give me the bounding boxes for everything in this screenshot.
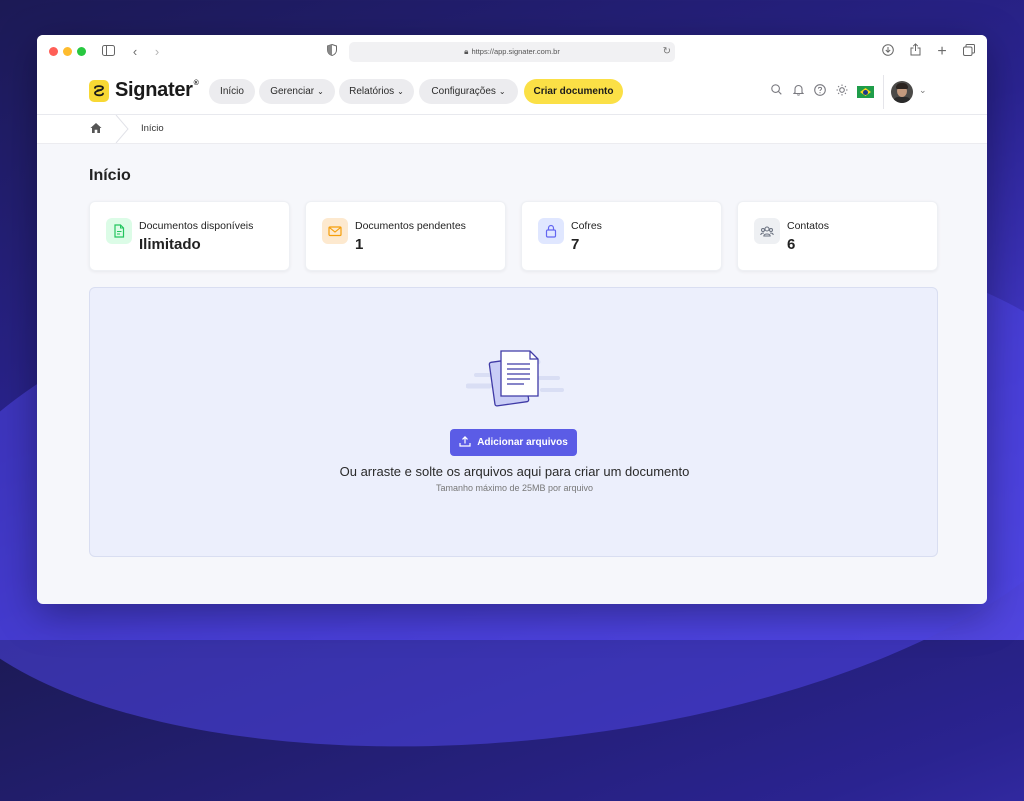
documents-illustration-icon bbox=[466, 350, 564, 407]
chevron-down-icon: ⌄ bbox=[498, 87, 506, 96]
search-icon[interactable] bbox=[769, 84, 783, 98]
page-title: Início bbox=[89, 167, 131, 184]
stat-label: Contatos bbox=[787, 220, 830, 232]
home-icon[interactable] bbox=[90, 121, 102, 139]
close-window-button[interactable] bbox=[49, 47, 58, 56]
brazil-flag-icon[interactable] bbox=[857, 86, 874, 98]
stat-label: Cofres bbox=[571, 220, 602, 232]
registered-mark: ® bbox=[193, 80, 199, 88]
stat-card-documentos-pendentes[interactable]: Documentos pendentes 1 bbox=[305, 201, 506, 271]
chevron-down-icon[interactable]: ⌄ bbox=[919, 85, 927, 96]
chevron-down-icon: ⌄ bbox=[317, 87, 324, 96]
signater-logo-icon[interactable] bbox=[89, 80, 109, 102]
forward-icon[interactable]: › bbox=[148, 43, 166, 61]
new-tab-icon[interactable]: + bbox=[933, 43, 951, 61]
tabs-overview-icon[interactable] bbox=[960, 43, 978, 61]
download-icon[interactable] bbox=[879, 43, 897, 61]
nav-relatorios[interactable]: Relatórios ⌄ bbox=[339, 79, 414, 104]
app-header: Signater® Início Gerenciar ⌄ Relatórios ⌄ … bbox=[37, 69, 987, 115]
mail-icon bbox=[322, 218, 348, 244]
breadcrumb-separator bbox=[115, 115, 129, 143]
shield-icon[interactable] bbox=[323, 43, 341, 61]
dropzone-size-limit: Tamanho máximo de 25MB por arquivo bbox=[435, 483, 594, 493]
stat-label: Documentos disponíveis bbox=[139, 220, 254, 232]
stat-card-contatos[interactable]: Contatos 6 bbox=[737, 201, 938, 271]
nav-configuracoes-label: Configurações bbox=[431, 86, 496, 97]
header-divider bbox=[883, 75, 884, 109]
help-icon[interactable] bbox=[813, 84, 827, 98]
stat-label: Documentos pendentes bbox=[355, 220, 466, 232]
browser-window: ‹ › 🔒︎ https://app.signater.com.br ↻ + Si… bbox=[37, 35, 987, 604]
stat-value: 1 bbox=[355, 236, 364, 253]
add-files-label: Adicionar arquivos bbox=[477, 437, 568, 448]
nav-inicio-label: Início bbox=[220, 86, 244, 97]
stat-value: 6 bbox=[787, 236, 796, 253]
sidebar-toggle-icon[interactable] bbox=[99, 43, 117, 61]
address-bar[interactable]: 🔒︎ https://app.signater.com.br ↻ bbox=[349, 42, 675, 62]
dropzone-hint: Ou arraste e solte os arquivos aqui para… bbox=[339, 464, 690, 479]
upload-icon bbox=[459, 435, 471, 447]
breadcrumb-current: Início bbox=[141, 123, 164, 134]
users-icon bbox=[754, 218, 780, 244]
breadcrumb: Início bbox=[37, 115, 987, 144]
stat-card-documentos-disponiveis[interactable]: Documentos disponíveis Ilimitado bbox=[89, 201, 290, 271]
create-document-label: Criar documento bbox=[533, 86, 614, 97]
stat-value: 7 bbox=[571, 236, 580, 253]
lock-icon: 🔒︎ bbox=[464, 47, 469, 56]
nav-gerenciar-label: Gerenciar bbox=[270, 86, 315, 97]
stat-value: Ilimitado bbox=[139, 236, 201, 253]
nav-gerenciar[interactable]: Gerenciar ⌄ bbox=[259, 79, 335, 104]
bell-icon[interactable] bbox=[791, 84, 805, 98]
browser-toolbar: ‹ › 🔒︎ https://app.signater.com.br ↻ + bbox=[37, 35, 987, 70]
avatar[interactable] bbox=[891, 81, 913, 103]
share-icon[interactable] bbox=[906, 43, 924, 61]
nav-relatorios-label: Relatórios bbox=[349, 86, 395, 97]
add-files-button[interactable]: Adicionar arquivos bbox=[450, 429, 577, 456]
url-text: https://app.signater.com.br bbox=[471, 47, 560, 56]
reload-icon[interactable]: ↻ bbox=[663, 42, 671, 62]
brand-label: Signater bbox=[115, 79, 193, 101]
create-document-button[interactable]: Criar documento bbox=[524, 79, 623, 104]
document-icon bbox=[106, 218, 132, 244]
back-icon[interactable]: ‹ bbox=[126, 43, 144, 61]
chevron-down-icon: ⌄ bbox=[397, 87, 404, 96]
minimize-window-button[interactable] bbox=[63, 47, 72, 56]
zoom-window-button[interactable] bbox=[77, 47, 86, 56]
nav-configuracoes[interactable]: Configurações ⌄ bbox=[419, 79, 518, 104]
stat-card-cofres[interactable]: Cofres 7 bbox=[521, 201, 722, 271]
upload-dropzone[interactable]: Adicionar arquivos Ou arraste e solte os… bbox=[89, 287, 938, 557]
lock-icon bbox=[538, 218, 564, 244]
nav-inicio[interactable]: Início bbox=[209, 79, 255, 104]
brand-name[interactable]: Signater® bbox=[115, 79, 199, 102]
sun-icon[interactable] bbox=[835, 84, 849, 98]
